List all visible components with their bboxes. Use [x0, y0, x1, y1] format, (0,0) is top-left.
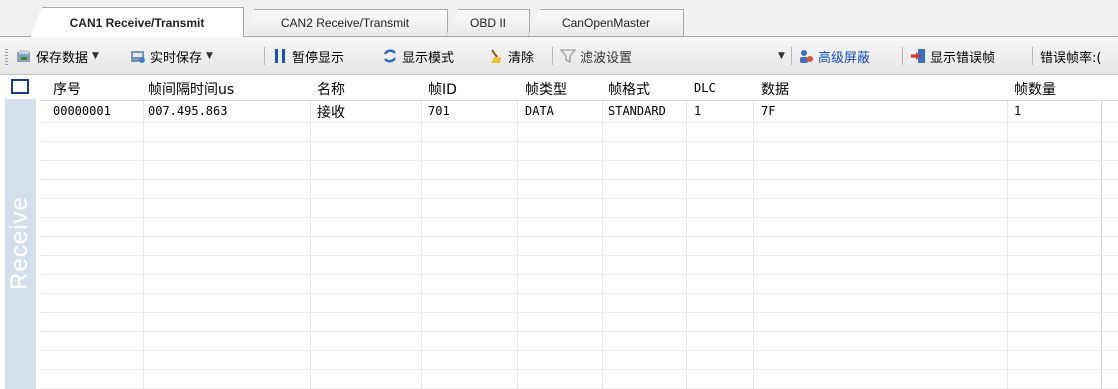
cell-data: 7F: [761, 104, 776, 118]
receive-label: Receive: [6, 196, 33, 290]
cell-interval: 007.495.863: [148, 104, 228, 118]
toolbar-grip[interactable]: [5, 49, 8, 65]
refresh-icon: [383, 49, 397, 63]
table-header: 序号 帧间隔时间us 名称 帧ID 帧类型 帧格式 DLC 数据 帧数量: [40, 75, 1118, 101]
cell-dlc: 1: [694, 104, 702, 118]
select-all-checkbox[interactable]: [11, 79, 29, 94]
toolbar-separator: [264, 47, 265, 65]
realtime-save-icon: [131, 51, 145, 63]
toolbar: 保存数据 ▼ 实时保存 ▼ 暂停显示 显示模式 清除 滤波设置 ▼ 高级屏蔽 显…: [0, 37, 1118, 75]
tab-obd2[interactable]: OBD II: [446, 9, 530, 36]
row-divider: [40, 141, 1118, 142]
clear-button[interactable]: 清除: [488, 46, 534, 66]
chevron-down-icon: ▼: [778, 51, 785, 61]
cell-frame-format: STANDARD: [608, 104, 666, 118]
table-row[interactable]: 00000001 007.495.863 接收 701 DATA STANDAR…: [40, 100, 1118, 122]
login-arrow-icon: [911, 49, 925, 63]
toolbar-separator: [1032, 47, 1033, 65]
pause-icon: [275, 49, 285, 63]
column-header-name[interactable]: 名称: [317, 79, 345, 99]
toolbar-separator: [552, 47, 553, 65]
tab-canopenmaster[interactable]: CanOpenMaster: [528, 9, 684, 36]
display-mode-button[interactable]: 显示模式: [382, 46, 454, 66]
row-divider: [40, 312, 1118, 313]
toolbar-overflow-button[interactable]: ▼: [778, 46, 785, 66]
row-divider: [40, 255, 1118, 256]
row-divider: [40, 293, 1118, 294]
show-error-frames-button[interactable]: 显示错误帧: [910, 46, 995, 66]
cell-index: 00000001: [53, 104, 111, 118]
cell-frame-type: DATA: [525, 104, 554, 118]
tab-bar: CAN1 Receive/Transmit CAN2 Receive/Trans…: [0, 0, 1118, 37]
receive-side-panel: Receive: [5, 99, 36, 389]
chevron-down-icon: ▼: [92, 51, 99, 61]
filter-icon: [560, 49, 576, 64]
row-divider: [40, 198, 1118, 199]
column-header-frame-id[interactable]: 帧ID: [428, 79, 457, 99]
toolbar-separator: [791, 47, 792, 65]
tab-can2[interactable]: CAN2 Receive/Transmit: [242, 9, 448, 36]
toolbar-separator: [902, 47, 903, 65]
save-data-button[interactable]: 保存数据 ▼: [16, 46, 99, 66]
tab-can1[interactable]: CAN1 Receive/Transmit: [30, 7, 244, 37]
column-header-index[interactable]: 序号: [53, 79, 81, 99]
row-divider: [40, 122, 1118, 123]
receive-grid: Receive 序号 帧间隔时间us 名称 帧ID 帧类型 帧格式 DLC 数据…: [0, 75, 1118, 389]
filter-settings-button[interactable]: 滤波设置: [560, 46, 632, 66]
pause-display-button[interactable]: 暂停显示: [272, 46, 344, 66]
broom-icon: [491, 49, 501, 63]
row-divider: [40, 331, 1118, 332]
cell-name: 接收: [317, 105, 345, 121]
column-header-frame-type[interactable]: 帧类型: [525, 79, 567, 99]
row-divider: [40, 160, 1118, 161]
row-divider: [40, 179, 1118, 180]
row-divider: [40, 217, 1118, 218]
advanced-mask-button[interactable]: 高级屏蔽: [798, 46, 870, 66]
row-divider: [40, 236, 1118, 237]
error-frame-rate-label: 错误帧率:(: [1040, 50, 1102, 66]
chevron-down-icon: ▼: [206, 51, 213, 61]
save-data-icon: [17, 50, 30, 62]
column-header-data[interactable]: 数据: [761, 79, 789, 99]
cell-frame-id: 701: [428, 104, 450, 118]
users-shield-icon: [800, 50, 813, 63]
row-divider: [40, 369, 1118, 370]
column-header-dlc[interactable]: DLC: [694, 81, 716, 95]
row-divider: [40, 274, 1118, 275]
row-divider: [40, 350, 1118, 351]
column-header-frame-format[interactable]: 帧格式: [608, 79, 650, 99]
realtime-save-button[interactable]: 实时保存 ▼: [130, 46, 213, 66]
column-header-interval[interactable]: 帧间隔时间us: [148, 79, 234, 99]
column-header-frame-count[interactable]: 帧数量: [1014, 79, 1056, 99]
cell-frame-count: 1: [1014, 104, 1022, 118]
